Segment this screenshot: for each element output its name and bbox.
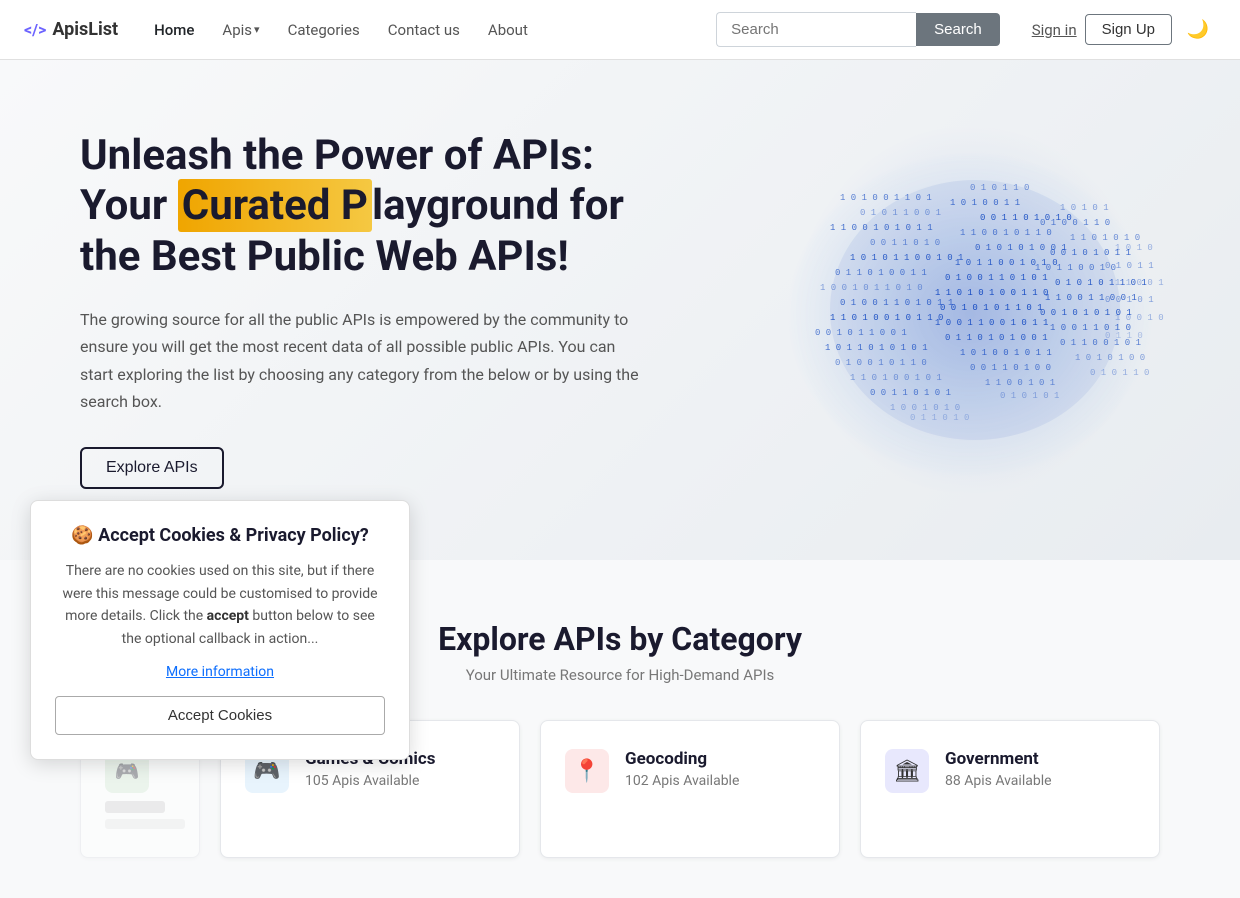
- category-card-geocoding[interactable]: 📍 Geocoding 102 Apis Available: [540, 720, 840, 858]
- sign-in-link[interactable]: Sign in: [1032, 21, 1077, 39]
- cookie-banner: 🍪 Accept Cookies & Privacy Policy? There…: [30, 500, 410, 760]
- hero-section: Unleash the Power of APIs: Your Curated …: [0, 60, 1240, 560]
- search-button[interactable]: Search: [916, 13, 1000, 46]
- geo-title: Geocoding: [625, 749, 739, 769]
- cookie-more-link[interactable]: More information: [55, 664, 385, 680]
- gov-info: Government 88 Apis Available: [945, 749, 1052, 789]
- hero-title-line1: Unleash the Power of APIs:: [80, 131, 594, 180]
- geo-icon-wrap: 📍: [565, 749, 609, 793]
- cookie-bold-word: accept: [207, 608, 249, 624]
- games-count: 105 Apis Available: [305, 773, 436, 789]
- hero-description: The growing source for all the public AP…: [80, 306, 640, 415]
- nav-links: Home Apis Categories Contact us About: [142, 13, 540, 47]
- nav-home[interactable]: Home: [142, 13, 206, 47]
- brand-name: ApisList: [52, 19, 118, 40]
- gov-icon-wrap: 🏛: [885, 749, 929, 793]
- cookie-accept-button[interactable]: Accept Cookies: [55, 696, 385, 735]
- gov-icon: 🏛: [893, 759, 921, 784]
- gov-count: 88 Apis Available: [945, 773, 1052, 789]
- nav-auth: Sign in Sign Up 🌙: [1032, 12, 1216, 48]
- hero-title-highlight: Curated P: [178, 179, 372, 232]
- nav-apis[interactable]: Apis: [210, 13, 271, 47]
- hero-text: Unleash the Power of APIs: Your Curated …: [80, 131, 640, 489]
- geo-icon: 📍: [573, 759, 600, 784]
- nav-contact[interactable]: Contact us: [376, 13, 472, 47]
- nav-categories[interactable]: Categories: [276, 13, 372, 47]
- hero-title: Unleash the Power of APIs: Your Curated …: [80, 131, 640, 282]
- brand-logo[interactable]: </> ApisList: [24, 19, 118, 40]
- gov-title: Government: [945, 749, 1052, 769]
- hero-title-line2-pre: Your: [80, 181, 178, 230]
- geo-info: Geocoding 102 Apis Available: [625, 749, 739, 789]
- theme-toggle-button[interactable]: 🌙: [1180, 12, 1216, 48]
- search-container: Search: [716, 12, 1000, 47]
- search-input[interactable]: [716, 12, 916, 47]
- cookie-title: 🍪 Accept Cookies & Privacy Policy?: [55, 525, 385, 546]
- geo-count: 102 Apis Available: [625, 773, 739, 789]
- brand-icon: </>: [24, 20, 46, 39]
- category-card-government[interactable]: 🏛 Government 88 Apis Available: [860, 720, 1160, 858]
- hero-cta-button[interactable]: Explore APIs: [80, 447, 224, 489]
- games-icon: 🎮: [253, 759, 280, 784]
- hero-visual: 1 0 1 0 0 1 1 0 1 0 1 0 1 1 0 0 1 1 1 0 …: [760, 120, 1180, 500]
- data-blob: 1 0 1 0 0 1 1 0 1 0 1 0 1 1 0 0 1 1 1 0 …: [760, 120, 1180, 500]
- nav-about[interactable]: About: [476, 13, 540, 47]
- navbar: </> ApisList Home Apis Categories Contac…: [0, 0, 1240, 60]
- cookie-body: There are no cookies used on this site, …: [55, 560, 385, 650]
- sign-up-button[interactable]: Sign Up: [1085, 14, 1172, 45]
